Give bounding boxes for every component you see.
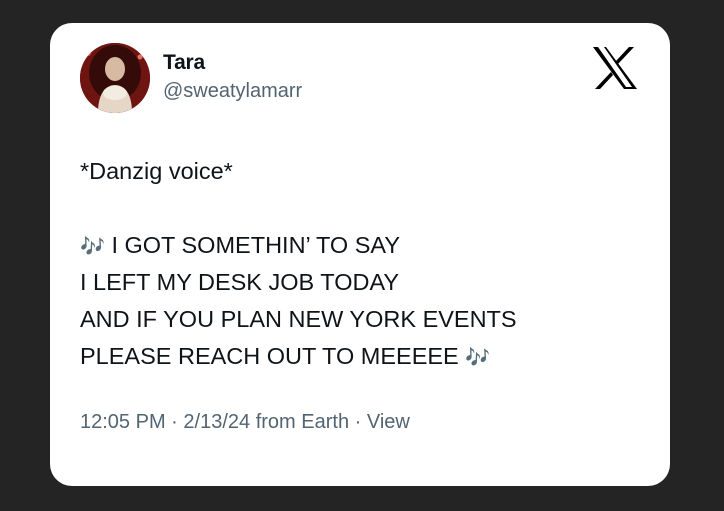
music-notes-icon: 🎶 (465, 345, 491, 369)
author-handle[interactable]: @sweatylamarr (163, 80, 302, 103)
music-notes-icon: 🎶 (80, 234, 105, 258)
separator: · (354, 411, 362, 433)
tweet-line-2: 🎶 I GOT SOMETHIN’ TO SAY (80, 227, 640, 264)
author-name[interactable]: Tara (163, 51, 205, 75)
separator: · (171, 411, 178, 433)
tweet-text: *Danzig voice* 🎶 I GOT SOMETHIN’ TO SAY … (80, 153, 640, 375)
tweet-line-5: PLEASE REACH OUT TO MEEEEE 🎶 (80, 338, 640, 375)
tweet-time: 12:05 PM (80, 411, 166, 433)
tweet-date: 2/13/24 (183, 411, 251, 433)
tweet-card: Tara @sweatylamarr *Danzig voice* 🎶 I GO… (50, 23, 670, 486)
tweet-line-1: *Danzig voice* (80, 158, 233, 184)
tweet-line-4: AND IF YOU PLAN NEW YORK EVENTS (80, 306, 517, 332)
view-link[interactable]: View (367, 411, 410, 433)
tweet-line-2-text: I GOT SOMETHIN’ TO SAY (111, 232, 401, 258)
tweet-line-5-text: PLEASE REACH OUT TO MEEEEE (80, 343, 459, 369)
avatar[interactable] (80, 43, 150, 113)
x-logo-icon[interactable] (591, 45, 639, 91)
tweet-metadata: 12:05 PM · 2/13/24 from Earth · View (80, 411, 410, 434)
profile-photo-image (80, 43, 150, 113)
tweet-source: from Earth (255, 411, 350, 433)
tweet-line-3: I LEFT MY DESK JOB TODAY (80, 269, 400, 295)
